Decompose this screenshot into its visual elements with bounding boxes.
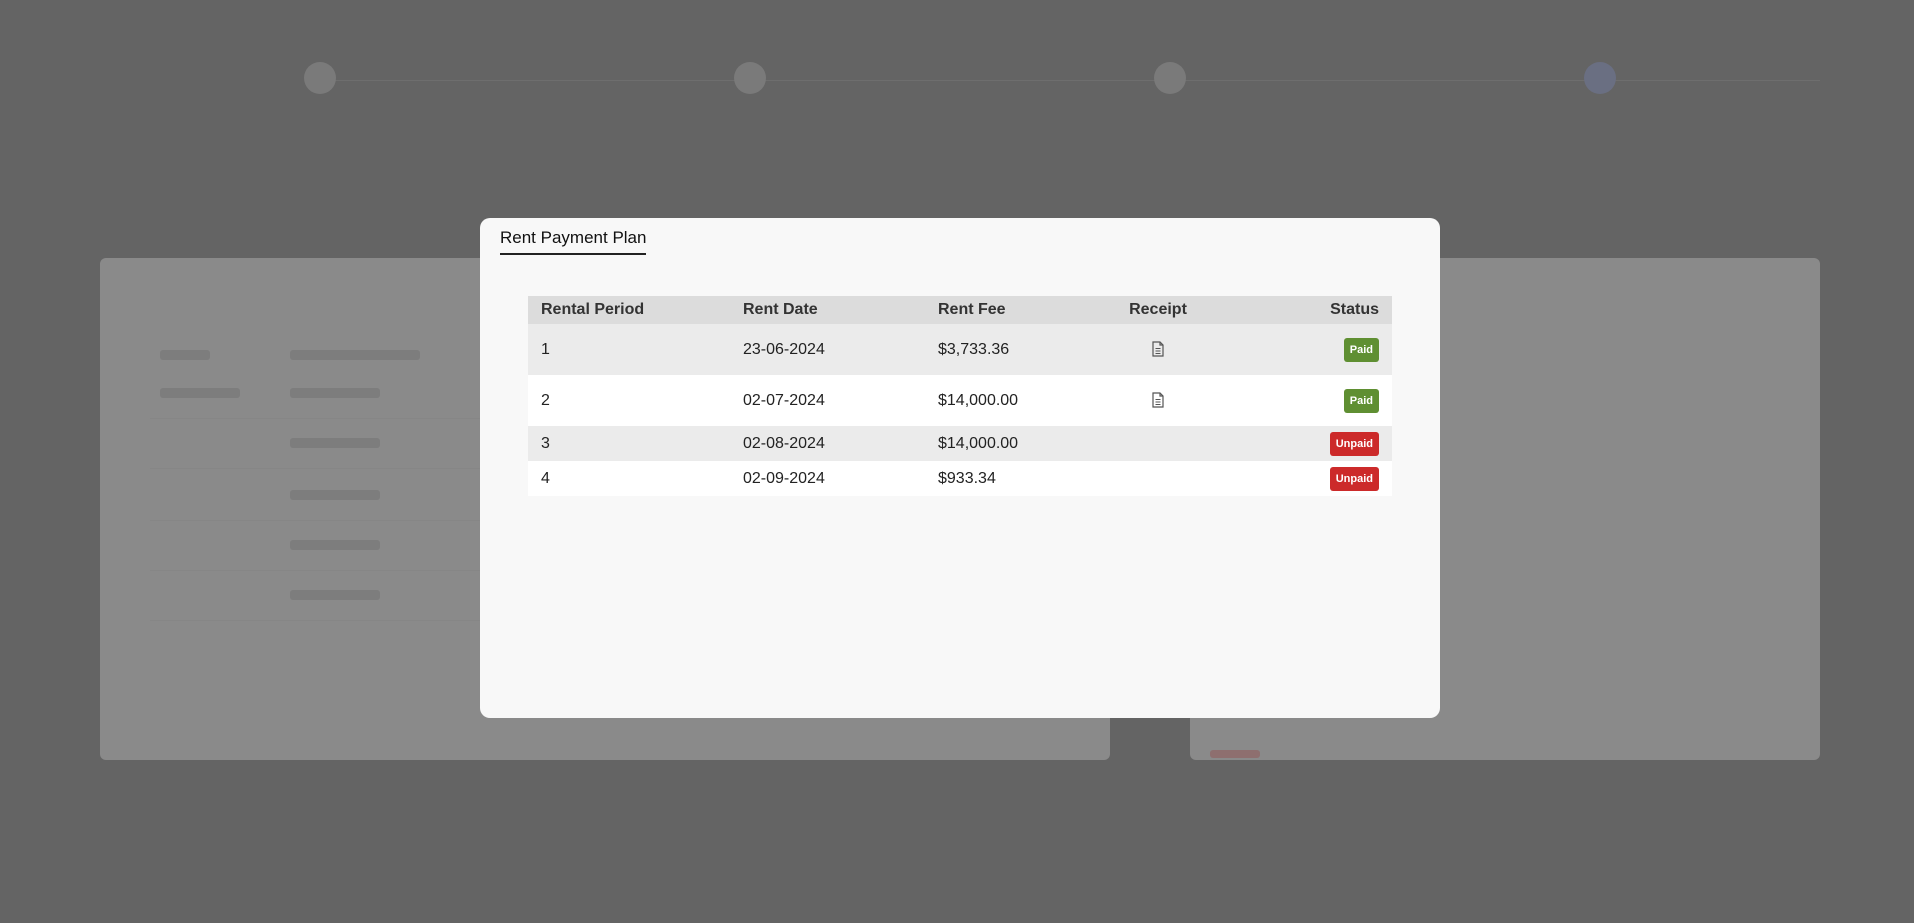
status-badge: Paid: [1343, 388, 1379, 413]
table-row: 3 02-08-2024 $14,000.00 Unpaid: [528, 426, 1392, 461]
cell-date: 02-07-2024: [743, 391, 825, 409]
document-icon[interactable]: [1151, 392, 1165, 408]
header-rent-fee: Rent Fee: [938, 301, 1006, 318]
status-badge: Unpaid: [1329, 466, 1379, 491]
cell-date: 23-06-2024: [743, 340, 825, 358]
header-receipt: Receipt: [1129, 301, 1187, 318]
modal-overlay[interactable]: Rent Payment Plan Rental Period Rent Dat…: [0, 0, 1914, 923]
cell-receipt: [1118, 341, 1198, 359]
cell-receipt: [1118, 392, 1198, 410]
table-row: 1 23-06-2024 $3,733.36 Paid: [528, 324, 1392, 375]
cell-status: Paid: [1198, 388, 1392, 413]
status-badge: Unpaid: [1329, 431, 1379, 456]
header-rent-date: Rent Date: [743, 301, 818, 318]
cell-period: 3: [541, 434, 550, 452]
cell-fee: $3,733.36: [938, 340, 1010, 358]
cell-fee: $14,000.00: [938, 391, 1019, 409]
cell-period: 2: [541, 391, 550, 409]
cell-fee: $14,000.00: [938, 434, 1019, 452]
tab-rent-payment-plan[interactable]: Rent Payment Plan: [500, 228, 647, 255]
payment-plan-table: Rental Period Rent Date Rent Fee Receipt…: [528, 296, 1392, 496]
cell-status: Unpaid: [1198, 431, 1392, 456]
cell-fee: $933.34: [938, 469, 996, 487]
table-header: Rental Period Rent Date Rent Fee Receipt…: [528, 296, 1392, 324]
cell-date: 02-08-2024: [743, 434, 825, 452]
header-rental-period: Rental Period: [541, 301, 645, 318]
cell-period: 1: [541, 340, 550, 358]
cell-status: Unpaid: [1198, 466, 1392, 491]
cell-date: 02-09-2024: [743, 469, 825, 487]
document-icon[interactable]: [1151, 341, 1165, 357]
header-status: Status: [1330, 301, 1379, 318]
table-row: 2 02-07-2024 $14,000.00 Paid: [528, 375, 1392, 426]
table-row: 4 02-09-2024 $933.34 Unpaid: [528, 461, 1392, 496]
rent-payment-plan-dialog: Rent Payment Plan Rental Period Rent Dat…: [480, 218, 1440, 718]
cell-period: 4: [541, 469, 550, 487]
cell-status: Paid: [1198, 337, 1392, 362]
status-badge: Paid: [1343, 337, 1379, 362]
